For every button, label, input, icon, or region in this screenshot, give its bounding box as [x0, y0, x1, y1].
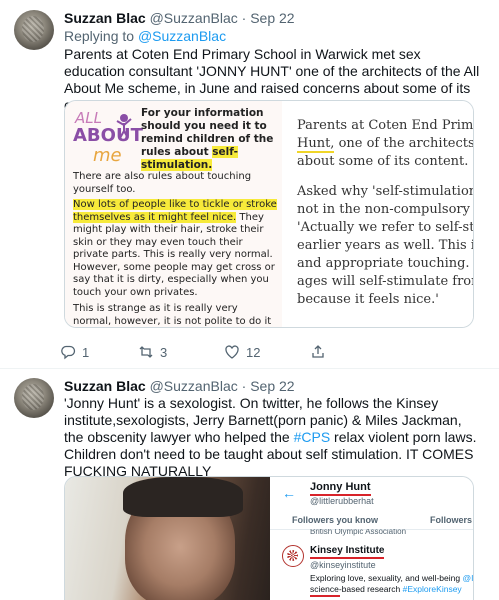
like-button[interactable]: 12: [224, 344, 260, 360]
bio-text: Exploring love, sexuality, and well-bein…: [310, 573, 463, 583]
article-line: ages will self-stimulate from t: [297, 274, 474, 289]
article-text: one of the architects of: [338, 136, 474, 151]
child-figure-icon: [116, 114, 132, 139]
tweet-media[interactable]: ← Jonny Hunt @littlerubberhat Followers …: [64, 476, 474, 600]
tweet-actions: 1 3 12: [60, 344, 360, 362]
bio-text: science-based research: [310, 584, 403, 594]
leaflet-text: They might play with their hair, stroke …: [73, 211, 275, 298]
box-title-text: For your information should you need it …: [141, 107, 274, 158]
reply-count: 1: [82, 344, 90, 360]
red-annotation-line: [310, 595, 340, 597]
article-line: about some of its content.: [297, 154, 469, 169]
author-handle[interactable]: @SuzzanBlac: [150, 10, 238, 26]
tweet-date[interactable]: Sep 22: [250, 10, 294, 26]
article-line: Asked why 'self-stimulation' a: [297, 184, 474, 199]
kinsey-logo-icon: [282, 545, 304, 567]
article-line: Hunt, one of the architects of: [297, 135, 474, 153]
share-icon: [312, 345, 324, 358]
article-line: not in the non-compulsory se: [297, 202, 474, 217]
kinsey-handle: @kinseyinstitute: [310, 560, 376, 570]
profile-name: Jonny Hunt: [310, 481, 371, 496]
all-about-me-logo: ALL ABOUT me: [73, 109, 143, 171]
leaflet-paragraph: Now lots of people like to tickle or str…: [73, 199, 277, 299]
article-line: Parents at Coten End Primary: [297, 118, 474, 133]
reply-mention-link[interactable]: @SuzzanBlac: [138, 28, 226, 44]
article-line: 'Actually we refer to self-stimu: [297, 220, 474, 235]
leaflet-box-title: For your information should you need it …: [141, 107, 277, 172]
tweet-date[interactable]: Sep 22: [250, 378, 294, 394]
article-underline: Hunt,: [297, 136, 335, 153]
article-line: because it feels nice.': [297, 292, 439, 307]
replying-prefix: Replying to: [64, 28, 138, 44]
bio-mention: @Ind: [462, 573, 474, 583]
avatar[interactable]: [14, 378, 54, 418]
cut-off-text: British Olympic Association: [310, 529, 407, 536]
profile-screenshot: ← Jonny Hunt @littlerubberhat Followers …: [270, 477, 474, 600]
hashtag-link[interactable]: #CPS: [294, 429, 331, 445]
reply-button[interactable]: 1: [60, 344, 89, 360]
kinsey-bio: Exploring love, sexuality, and well-bein…: [310, 573, 474, 595]
article-line: earlier years as well. This is no: [297, 238, 473, 253]
tweet-header: Suzzan Blac @SuzzanBlac · Sep 22: [64, 10, 295, 26]
tab-followers: Followers: [430, 515, 473, 525]
man-photo: [65, 477, 270, 600]
author-name[interactable]: Suzzan Blac: [64, 10, 146, 26]
article-clipping: Parents at Coten End Primary Hunt, one o…: [283, 101, 474, 327]
separator: ·: [241, 10, 247, 26]
retweet-button[interactable]: 3: [138, 344, 167, 360]
logo-text: me: [93, 145, 122, 166]
back-arrow-icon: ←: [282, 485, 296, 501]
tweet-1[interactable]: Suzzan Blac @SuzzanBlac · Sep 22 Replyin…: [0, 0, 499, 370]
retweet-icon: [139, 346, 153, 358]
reply-icon: [61, 345, 76, 360]
tab-followers-you-know: Followers you know: [292, 515, 379, 525]
tweet-media[interactable]: ALL ABOUT me For your information should…: [64, 100, 474, 328]
heart-icon: [225, 345, 239, 359]
replying-to: Replying to @SuzzanBlac: [64, 28, 226, 44]
tweet-divider: [0, 368, 499, 369]
profile-handle: @littlerubberhat: [310, 496, 374, 506]
like-count: 12: [246, 344, 261, 360]
tweet-header: Suzzan Blac @SuzzanBlac · Sep 22: [64, 378, 295, 394]
leaflet-paragraph: There are also rules about touching your…: [73, 171, 252, 195]
author-handle[interactable]: @SuzzanBlac: [150, 378, 238, 394]
leaflet-paragraph: This is strange as it is really very nor…: [73, 303, 272, 327]
avatar[interactable]: [14, 10, 54, 50]
bio-hashtag: #ExploreKinsey: [402, 584, 462, 594]
tweet-text: 'Jonny Hunt' is a sexologist. On twitter…: [64, 395, 484, 480]
retweet-count: 3: [160, 344, 168, 360]
kinsey-name: Kinsey Institute: [310, 545, 385, 559]
leaflet-image: ALL ABOUT me For your information should…: [65, 101, 282, 327]
separator: ·: [241, 378, 247, 394]
article-line: and appropriate touching. Ho: [297, 256, 474, 271]
share-button[interactable]: [310, 344, 326, 360]
author-name[interactable]: Suzzan Blac: [64, 378, 146, 394]
